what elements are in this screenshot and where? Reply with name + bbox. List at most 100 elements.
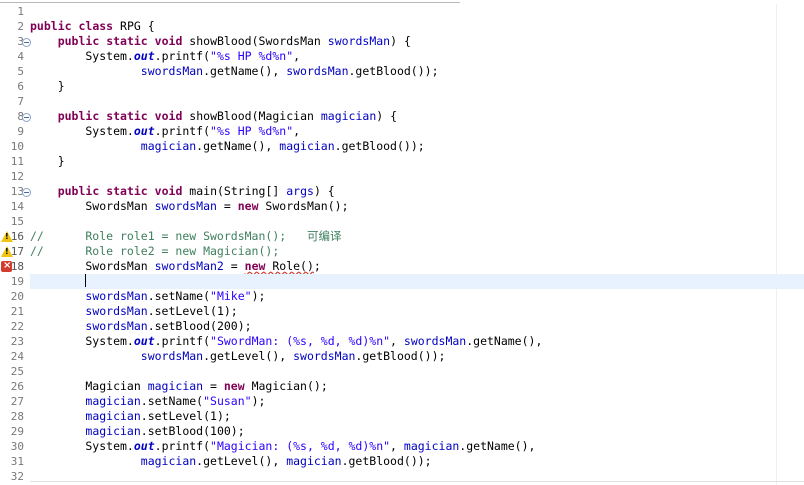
code-text: ) { (390, 34, 411, 48)
line-number-cell[interactable]: 8 (0, 109, 31, 124)
code-text: SwordsMan (30, 199, 155, 213)
variable-token: swordsMan (403, 334, 467, 348)
code-text: , (293, 124, 301, 138)
current-code-line[interactable] (30, 274, 804, 289)
keyword-token: static (106, 109, 148, 123)
code-line[interactable]: magician.setBlood(100); (30, 424, 804, 439)
code-line[interactable]: swordsMan.setLevel(1); (30, 304, 804, 319)
code-line[interactable]: magician.setLevel(1); (30, 409, 804, 424)
line-number-cell[interactable]: 7 (0, 94, 30, 109)
variable-token: swordsMan (327, 34, 391, 48)
line-number-cell[interactable]: 14 (0, 199, 30, 214)
code-line[interactable] (30, 94, 804, 109)
line-number-cell[interactable]: 25 (0, 364, 30, 379)
line-number-cell[interactable]: 24 (0, 349, 30, 364)
code-area[interactable]: public class RPG { public static void sh… (30, 4, 804, 485)
line-number-cell[interactable]: 2 (0, 19, 30, 34)
line-number-cell[interactable]: 28 (0, 409, 30, 424)
code-line[interactable]: swordsMan.getName(), swordsMan.getBlood(… (30, 64, 804, 79)
line-number-cell[interactable]: 4 (0, 49, 30, 64)
code-text: , (293, 49, 301, 63)
string-token: "SwordMan: (%s, %d, %d)%n" (210, 334, 391, 348)
code-line[interactable]: // Role role2 = new Magician(); (30, 244, 804, 259)
code-text: = (216, 199, 238, 213)
code-line[interactable] (30, 214, 804, 229)
code-line[interactable]: public static void showBlood(SwordsMan s… (30, 34, 804, 49)
code-line[interactable]: } (30, 79, 804, 94)
code-line[interactable]: System.out.printf("%s HP %d%n", (30, 49, 804, 64)
code-text: RPG { (113, 19, 155, 33)
line-number-cell[interactable]: 30 (0, 439, 30, 454)
line-number-cell[interactable]: 6 (0, 79, 30, 94)
line-number-cell[interactable]: 1 (0, 4, 30, 19)
line-number-cell[interactable]: 21 (0, 304, 30, 319)
string-token: "Mike" (210, 289, 252, 303)
line-number-cell[interactable]: 3 (0, 34, 31, 49)
code-text: Magician(); (244, 379, 328, 393)
code-line[interactable] (30, 169, 804, 184)
code-text: .getName(), (459, 439, 536, 453)
code-editor[interactable]: 1234567891011121314151617181920212223242… (0, 0, 804, 485)
code-line[interactable]: swordsMan.setBlood(200); (30, 319, 804, 334)
line-number: 17 (10, 245, 24, 258)
code-line[interactable]: public static void main(String[] args) { (30, 184, 804, 199)
code-line[interactable]: magician.getLevel(), magician.getBlood()… (30, 454, 804, 469)
code-line[interactable]: magician.setName("Susan"); (30, 394, 804, 409)
line-number-cell[interactable]: 32 (0, 469, 30, 484)
line-number-cell[interactable]: 17 (0, 244, 30, 259)
line-number-cell[interactable]: 9 (0, 124, 30, 139)
keyword-error-token: new (244, 259, 266, 273)
line-number-cell[interactable]: 15 (0, 214, 30, 229)
code-line[interactable]: // Role role1 = new SwordsMan(); 可编译 (30, 229, 804, 244)
code-line[interactable]: System.out.printf("SwordMan: (%s, %d, %d… (30, 334, 804, 349)
line-number-cell[interactable]: 27 (0, 394, 30, 409)
line-number-cell[interactable]: 29 (0, 424, 30, 439)
code-line[interactable]: public static void showBlood(Magician ma… (30, 109, 804, 124)
line-number-cell[interactable]: 19 (0, 274, 30, 289)
code-text: System. (30, 49, 134, 63)
code-text: .getName(), (196, 139, 280, 153)
code-text: , (390, 334, 404, 348)
line-number-cell[interactable]: 26 (0, 379, 30, 394)
code-text: Magician (30, 379, 148, 393)
line-number-cell[interactable]: 13 (0, 184, 31, 199)
code-line[interactable] (30, 364, 804, 379)
line-number: 21 (10, 305, 24, 318)
line-number-gutter[interactable]: 1234567891011121314151617181920212223242… (0, 4, 31, 485)
code-line[interactable]: magician.getName(), magician.getBlood())… (30, 139, 804, 154)
line-number-cell[interactable]: 12 (0, 169, 30, 184)
string-token: "%s HP %d%n" (210, 124, 294, 138)
code-text: main(String[] (182, 184, 287, 198)
line-number-cell[interactable]: 20 (0, 289, 30, 304)
line-number-cell[interactable]: 10 (0, 139, 30, 154)
code-text: SwordsMan (30, 259, 155, 273)
code-line[interactable]: swordsMan.getLevel(), swordsMan.getBlood… (30, 349, 804, 364)
keyword-token: static (106, 34, 148, 48)
line-number-cell[interactable]: 16 (0, 229, 30, 244)
line-number: 19 (10, 275, 24, 288)
code-line[interactable]: SwordsMan swordsMan2 = new Role(); (30, 259, 804, 274)
code-line[interactable]: System.out.printf("%s HP %d%n", (30, 124, 804, 139)
line-number-cell[interactable]: 18 (0, 259, 30, 274)
line-number-cell[interactable]: 11 (0, 154, 30, 169)
code-line[interactable] (30, 4, 804, 19)
variable-token: magician (403, 439, 460, 453)
line-number-cell[interactable]: 5 (0, 64, 30, 79)
code-line[interactable]: System.out.printf("Magician: (%s, %d, %d… (30, 439, 804, 454)
code-text: .getBlood()); (355, 349, 446, 363)
code-line[interactable]: swordsMan.setName("Mike"); (30, 289, 804, 304)
line-number-cell[interactable]: 22 (0, 319, 30, 334)
code-line[interactable]: SwordsMan swordsMan = new SwordsMan(); (30, 199, 804, 214)
variable-token: swordsMan (140, 64, 204, 78)
variable-token: magician (140, 454, 197, 468)
code-line[interactable]: Magician magician = new Magician(); (30, 379, 804, 394)
code-text: .getName(), (203, 64, 287, 78)
code-line[interactable]: } (30, 154, 804, 169)
code-line[interactable]: public class RPG { (30, 19, 804, 34)
line-number-cell[interactable]: 31 (0, 454, 30, 469)
line-number: 24 (10, 350, 24, 363)
code-text: .getName(), (466, 334, 543, 348)
line-number-cell[interactable]: 23 (0, 334, 30, 349)
